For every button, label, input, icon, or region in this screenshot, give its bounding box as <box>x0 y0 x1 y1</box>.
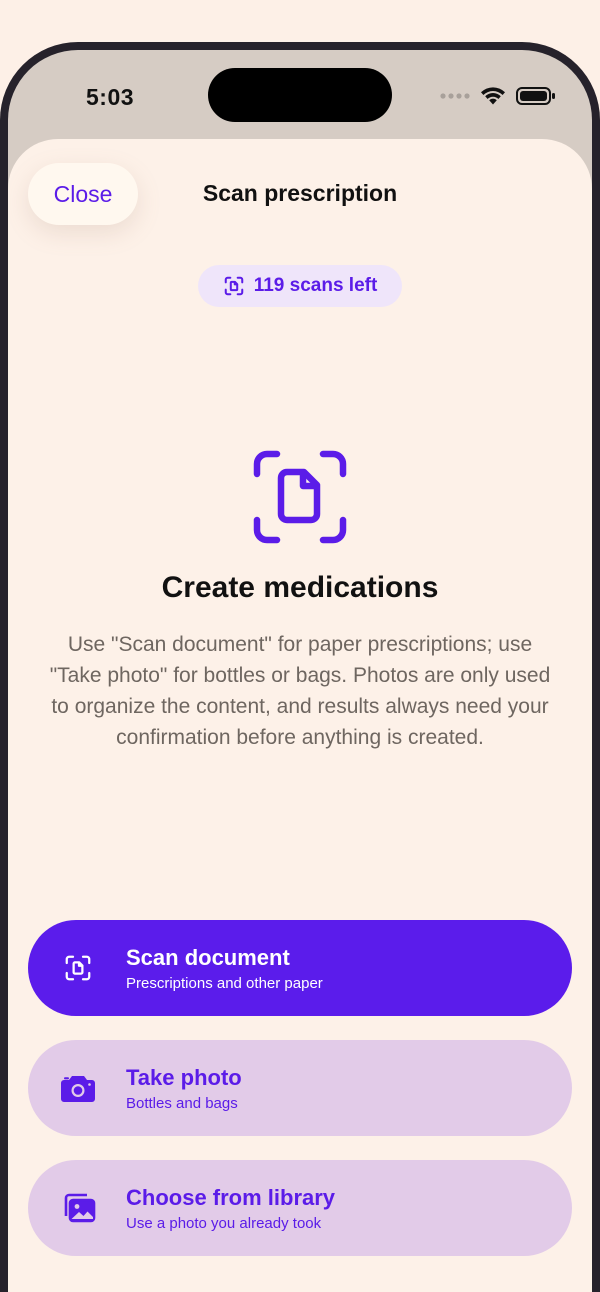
wifi-icon <box>481 87 505 105</box>
sheet-title: Scan prescription <box>202 180 398 206</box>
status-bar: 5:03 <box>8 50 592 142</box>
choose-from-library-label: Choose from library <box>126 1184 336 1210</box>
scans-left-label: 119 scans left <box>253 275 378 296</box>
camera-icon <box>58 1068 98 1108</box>
hero-description: Use "Scan document" for paper prescripti… <box>49 633 551 749</box>
hero-title: Create medications <box>161 571 439 604</box>
battery-icon <box>516 87 555 105</box>
photo-library-icon <box>58 1188 98 1228</box>
take-photo-text: Take photo Bottles and bags <box>126 1065 242 1112</box>
status-icons <box>440 86 556 106</box>
phone-frame: 5:03 Close Scan prescription 119 scans l… <box>0 42 600 1292</box>
document-scan-icon <box>224 276 243 296</box>
scan-document-label: Scan document <box>126 944 290 970</box>
document-scan-icon <box>253 450 347 544</box>
take-photo-button[interactable]: Take photo Bottles and bags <box>28 1040 572 1136</box>
take-photo-subtitle: Bottles and bags <box>126 1094 238 1112</box>
phone-screen: 5:03 Close Scan prescription 119 scans l… <box>8 50 592 1292</box>
scan-sheet: Close Scan prescription 119 scans left C… <box>8 139 592 1292</box>
scan-document-text: Scan document Prescriptions and other pa… <box>126 945 323 992</box>
choose-from-library-text: Choose from library Use a photo you alre… <box>126 1185 335 1232</box>
choose-from-library-button[interactable]: Choose from library Use a photo you alre… <box>28 1160 572 1256</box>
choose-from-library-subtitle: Use a photo you already took <box>126 1214 322 1232</box>
dynamic-island <box>208 68 392 122</box>
signal-dots-icon <box>440 93 470 99</box>
status-time: 5:03 <box>86 84 135 110</box>
scans-left-badge: 119 scans left <box>198 265 402 307</box>
scan-document-button[interactable]: Scan document Prescriptions and other pa… <box>28 920 572 1016</box>
take-photo-label: Take photo <box>126 1064 242 1090</box>
document-scan-icon <box>58 948 98 988</box>
scan-document-subtitle: Prescriptions and other paper <box>126 974 323 992</box>
